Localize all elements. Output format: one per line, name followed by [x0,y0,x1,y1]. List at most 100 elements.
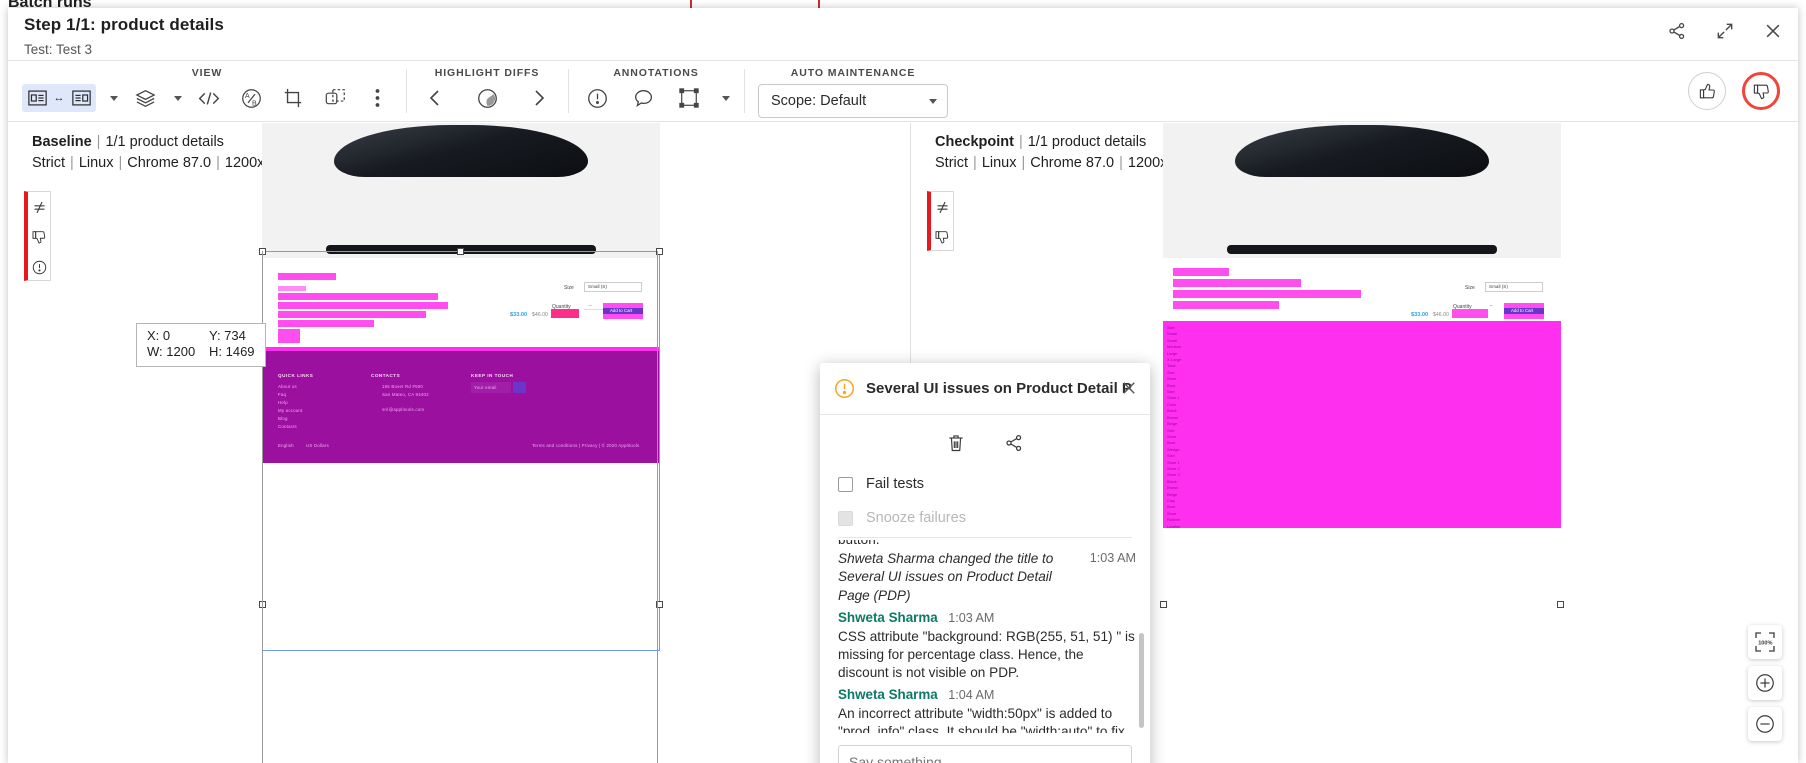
comment-body: An incorrect attribute "width:50px" is a… [838,705,1125,733]
code-icon[interactable] [194,84,224,112]
close-icon[interactable] [1762,20,1784,42]
thumbs-down-button[interactable] [1742,72,1780,110]
alert-circle-icon[interactable] [582,84,612,112]
checkpoint-meta-browser: Chrome 87.0 [1030,155,1115,171]
header-actions [1666,20,1784,42]
toolbar-group-annotations: ANNOTATIONS [568,61,744,121]
baseline-meta-browser: Chrome 87.0 [127,155,212,171]
chevron-left-icon[interactable] [420,84,450,112]
snooze-failures-label: Snooze failures [866,510,966,526]
swap-arrows-icon: ↔ [53,92,65,104]
truncated-comment-text: button. [838,540,1136,548]
ab-compare-icon[interactable]: A B [236,84,266,112]
coord-x: X: 0 [147,328,171,343]
resize-handle[interactable] [1160,601,1167,608]
zoom-fit-button[interactable]: 100% [1748,625,1782,659]
system-activity-entry: Shweta Sharma changed the title to Sever… [838,550,1136,604]
dialog-title: Several UI issues on Product Detail P [866,380,1132,397]
side-by-side-toggle[interactable]: ↔ [22,84,96,112]
not-equal-icon[interactable] [28,192,50,222]
checkpoint-status-rail [927,191,954,251]
thumbs-up-button[interactable] [1688,72,1726,110]
fail-tests-label: Fail tests [866,476,925,492]
thumbs-down-icon[interactable] [28,222,50,252]
svg-text:A: A [244,93,249,100]
close-icon[interactable] [1120,379,1138,397]
comment-icon[interactable] [628,84,658,112]
thumbs-down-icon[interactable] [931,222,953,252]
zoom-out-button[interactable] [1748,707,1782,741]
scope-select-value: Scope: Default [771,93,867,109]
annotations-chevron-down-icon[interactable] [722,95,730,101]
share-icon[interactable] [1004,433,1024,453]
fail-tests-checkbox[interactable] [838,476,853,492]
scope-chevron-down-icon [929,98,937,104]
checkpoint-screenshot[interactable]: Size Small (S) Quantity – 1 + $33.00 $46… [1163,123,1561,528]
more-vertical-icon[interactable] [362,84,392,112]
system-activity-time: 1:03 AM [1089,551,1136,566]
baseline-pane: Baseline | 1/1 product details Strict | Linu… [8,123,908,763]
comment-author: Shweta Sharma [838,609,938,625]
baseline-kind-label: Baseline [32,134,92,150]
product-photo [1163,123,1561,258]
accept-reject-actions [1688,72,1780,110]
layers-icon[interactable] [130,84,160,112]
coord-w: W: 1200 [147,344,196,360]
comment-time: 1:03 AM [948,610,995,625]
step-detail-window: Step 1/1: product details Test: Test 3 V… [8,8,1798,763]
baseline-meta-os: Linux [78,155,114,171]
comment-item: Shweta Sharma 1:03 AM CSS attribute "bac… [838,609,1136,682]
checkpoint-meta-os: Linux [981,155,1017,171]
toolbar-group-auto-maintenance: AUTO MAINTENANCE Scope: Default [744,61,962,121]
trash-icon[interactable] [946,433,966,453]
toolbar-group-label: HIGHLIGHT DIFFS [434,67,540,79]
scope-select[interactable]: Scope: Default [758,84,948,118]
toolbar-group-view: VIEW ↔ A B [8,61,406,121]
alert-circle-icon [834,378,855,399]
resize-handle[interactable] [1557,601,1564,608]
checkpoint-meta-strict: Strict [935,155,969,171]
diff-target-icon[interactable] [472,84,502,112]
fail-tests-row[interactable]: Fail tests [838,467,1132,501]
toolbar: VIEW ↔ A B HIGHLIGHT DIFFS ANNOTATIONS A… [8,60,1798,122]
baseline-selection-outline [262,251,658,763]
thread-scrollbar[interactable] [1139,633,1144,728]
annotation-dialog: Several UI issues on Product Detail P Fa… [820,363,1150,763]
snooze-failures-checkbox [838,510,853,526]
region-annotation-icon[interactable] [674,84,704,112]
window-header: Step 1/1: product details Test: Test 3 [8,8,1798,60]
side-by-side-left-icon [22,84,52,112]
product-photo [262,123,660,258]
system-activity-text: Shweta Sharma changed the title to Sever… [838,551,1054,603]
comparison-canvas: Baseline | 1/1 product details Strict | Linu… [8,123,1798,763]
comment-thread[interactable]: button. Shweta Sharma changed the title … [820,538,1150,733]
dialog-options: Fail tests Snooze failures [820,463,1150,535]
expand-icon[interactable] [1714,20,1736,42]
toolbar-group-label: VIEW [191,67,223,79]
checkpoint-kind-label: Checkpoint [935,134,1014,150]
dialog-tools [820,423,1150,463]
svg-text:B: B [251,100,256,107]
alert-circle-icon[interactable] [28,252,50,282]
region-select-icon[interactable] [320,84,350,112]
not-equal-icon[interactable] [931,192,953,222]
dialog-header: Several UI issues on Product Detail P [820,363,1150,415]
zoom-in-button[interactable] [1748,666,1782,700]
toolbar-group-label: ANNOTATIONS [613,67,699,79]
checkpoint-step-label: 1/1 product details [1027,134,1147,150]
test-name: Test: Test 3 [24,42,93,57]
side-by-side-right-icon [66,84,96,112]
view-mode-chevron-down-icon[interactable] [110,95,118,101]
coord-h: H: 1469 [209,344,255,360]
coord-y: Y: 734 [209,328,246,343]
snooze-failures-row: Snooze failures [838,501,1132,535]
baseline-step-label: 1/1 product details [105,134,224,150]
toolbar-group-highlight-diffs: HIGHLIGHT DIFFS [406,61,568,121]
comment-time: 1:04 AM [948,687,995,702]
crop-icon[interactable] [278,84,308,112]
chevron-right-icon[interactable] [524,84,554,112]
comment-input[interactable] [838,745,1132,763]
selection-coordinates-tooltip: X: 0 Y: 734 W: 1200 H: 1469 [136,323,266,367]
layers-chevron-down-icon[interactable] [174,95,182,101]
share-icon[interactable] [1666,20,1688,42]
